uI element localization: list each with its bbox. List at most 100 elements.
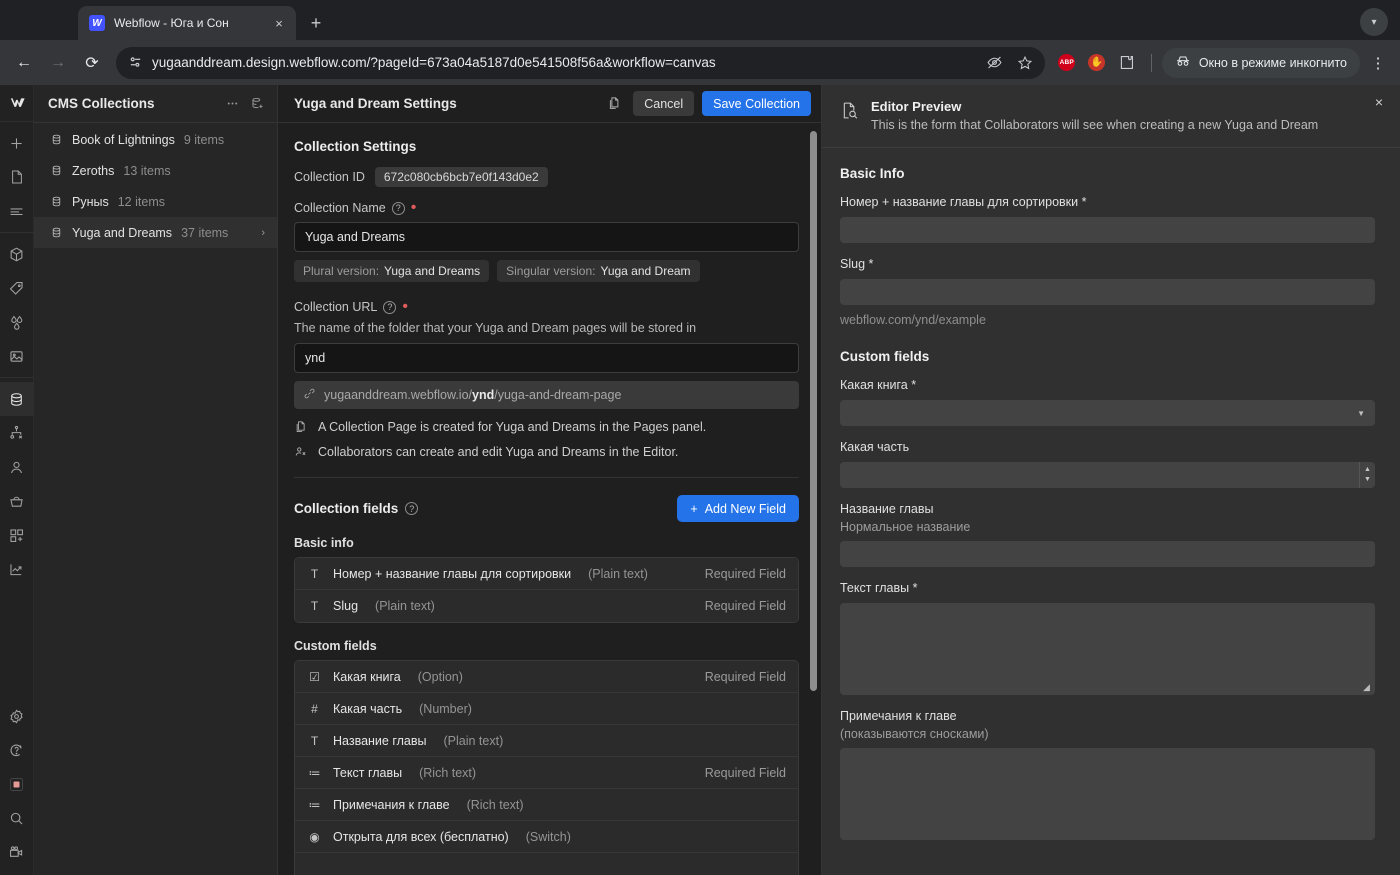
ecommerce-panel-button[interactable] (0, 484, 34, 518)
chevron-up-icon[interactable]: ▲ (1364, 465, 1371, 475)
field-select[interactable]: ▼ (840, 400, 1375, 426)
components-panel-button[interactable] (0, 237, 34, 271)
resize-handle[interactable]: ◢ (1363, 683, 1372, 692)
collection-name-input[interactable]: Yuga and Dreams (294, 222, 799, 252)
note-text: A Collection Page is created for Yuga an… (318, 420, 706, 434)
settings-scroll-content: Collection Settings Collection ID 672c08… (278, 123, 821, 875)
chevron-down-icon[interactable]: ▾ (1360, 8, 1388, 36)
incognito-indicator[interactable]: Окно в режиме инкогнито (1162, 48, 1360, 78)
rail-group-bottom (0, 699, 34, 875)
help-ai-icon[interactable] (0, 733, 34, 767)
logic-panel-button[interactable] (0, 416, 34, 450)
browser-tab[interactable]: W Webflow - Юга и Сон × (78, 6, 296, 40)
preview-field-part: Какая часть ▲▼ (840, 440, 1375, 488)
omnibox-actions (981, 49, 1039, 77)
stop-extension-icon[interactable]: ✋ (1083, 49, 1111, 77)
webflow-logo-icon[interactable] (0, 85, 34, 121)
help-icon[interactable]: ? (392, 202, 405, 215)
puzzle-icon[interactable] (1113, 49, 1141, 77)
table-row[interactable]: ≔ Текст главы (Rich text) Required Field (295, 757, 798, 789)
chevron-down-icon[interactable]: ▼ (1364, 475, 1371, 485)
settings-panel-button[interactable] (0, 699, 34, 733)
add-collection-icon[interactable] (250, 96, 265, 111)
users-panel-button[interactable] (0, 450, 34, 484)
variables-panel-button[interactable] (0, 305, 34, 339)
search-icon[interactable] (0, 801, 34, 835)
field-number-stepper[interactable]: ▲▼ (840, 462, 1375, 488)
field-input[interactable] (840, 217, 1375, 243)
star-icon[interactable] (1011, 49, 1039, 77)
audit-panel-button[interactable] (0, 552, 34, 586)
table-row[interactable]: ☑ Какая книга (Option) Required Field (295, 661, 798, 693)
table-row[interactable]: ≔ Примечания к главе (Rich text) (295, 789, 798, 821)
pages-panel-button[interactable] (0, 160, 34, 194)
singular-key: Singular version: (506, 264, 595, 278)
field-textarea[interactable]: ◢ (840, 603, 1375, 695)
duplicate-icon[interactable] (604, 93, 625, 114)
rail-group-3 (0, 377, 34, 590)
navigator-panel-button[interactable] (0, 194, 34, 228)
collection-item-runes[interactable]: Руныs 12 items (34, 186, 277, 217)
field-input[interactable] (840, 541, 1375, 567)
collection-id-value[interactable]: 672c080cb6bcb7e0f143d0e2 (375, 167, 548, 187)
settings-scrollbar[interactable] (810, 123, 817, 875)
apps-panel-button[interactable] (0, 518, 34, 552)
collection-item-yuga-and-dreams[interactable]: Yuga and Dreams 37 items › (34, 217, 277, 248)
stepper-arrows[interactable]: ▲▼ (1359, 462, 1375, 488)
chevron-right-icon[interactable]: › (261, 227, 265, 239)
video-icon[interactable] (0, 835, 34, 869)
collection-url-input[interactable]: ynd (294, 343, 799, 373)
adblock-plus-extension-icon[interactable]: ABP (1053, 49, 1081, 77)
database-icon (50, 133, 63, 146)
close-icon[interactable]: × (1368, 91, 1390, 113)
help-icon[interactable]: ? (405, 502, 418, 515)
add-new-field-button[interactable]: + Add New Field (677, 495, 799, 522)
collection-fields-header: Collection fields ? + Add New Field (294, 495, 799, 522)
singular-version-chip[interactable]: Singular version: Yuga and Dream (497, 260, 699, 282)
hand-glyph: ✋ (1088, 54, 1105, 71)
browser-chrome: W Webflow - Юга и Сон × + ▾ ← → ⟳ yugaan… (0, 0, 1400, 85)
table-row[interactable]: T Slug (Plain text) Required Field (295, 590, 798, 622)
add-field-label: Add New Field (705, 502, 786, 516)
red-square-icon[interactable] (0, 767, 34, 801)
webflow-favicon-icon: W (89, 15, 105, 31)
eye-off-icon[interactable] (981, 49, 1009, 77)
url-slug: ynd (472, 388, 494, 402)
plural-version-chip[interactable]: Plural version: Yuga and Dreams (294, 260, 489, 282)
forward-button[interactable]: → (42, 47, 74, 79)
site-settings-icon[interactable] (128, 55, 143, 70)
table-row[interactable]: T Название главы (Plain text) (295, 725, 798, 757)
collections-list: Book of Lightnings 9 items Zeroths 13 it… (34, 123, 277, 248)
help-icon[interactable]: ? (383, 301, 396, 314)
collection-item-book-of-lightnings[interactable]: Book of Lightnings 9 items (34, 124, 277, 155)
collection-item-zeroths[interactable]: Zeroths 13 items (34, 155, 277, 186)
preview-field-chapter-notes: Примечания к главе (показываются сноскам… (840, 709, 1375, 840)
field-textarea[interactable] (840, 748, 1375, 840)
preview-field-book: Какая книга * ▼ (840, 378, 1375, 426)
cms-panel-button[interactable] (0, 382, 34, 416)
field-label: Примечания к главе (840, 709, 1375, 723)
browser-menu-button[interactable]: ⋮ (1364, 49, 1392, 77)
save-button[interactable]: Save Collection (702, 91, 811, 116)
new-tab-button[interactable]: + (302, 9, 330, 37)
address-bar[interactable]: yugaanddream.design.webflow.com/?pageId=… (116, 47, 1045, 79)
table-row[interactable]: T Номер + название главы для сортировки … (295, 558, 798, 590)
number-input[interactable] (840, 462, 1359, 488)
close-icon[interactable]: × (270, 14, 288, 32)
field-input[interactable] (840, 279, 1375, 305)
add-panel-button[interactable] (0, 126, 34, 160)
table-row[interactable]: # Какая часть (Number) (295, 693, 798, 725)
ellipsis-icon[interactable] (225, 96, 240, 111)
back-button[interactable]: ← (8, 47, 40, 79)
cancel-button[interactable]: Cancel (633, 91, 694, 116)
field-label: Slug * (840, 257, 1375, 271)
table-row[interactable] (295, 853, 798, 875)
table-row[interactable]: ◉ Открыта для всех (бесплатно) (Switch) (295, 821, 798, 853)
reload-button[interactable]: ⟳ (76, 47, 108, 79)
plain-text-icon: T (307, 734, 322, 748)
assets-panel-button[interactable] (0, 339, 34, 373)
scrollbar-thumb[interactable] (810, 131, 817, 691)
preview-title: Editor Preview (871, 99, 1318, 114)
section-divider (294, 477, 799, 478)
style-panel-button[interactable] (0, 271, 34, 305)
